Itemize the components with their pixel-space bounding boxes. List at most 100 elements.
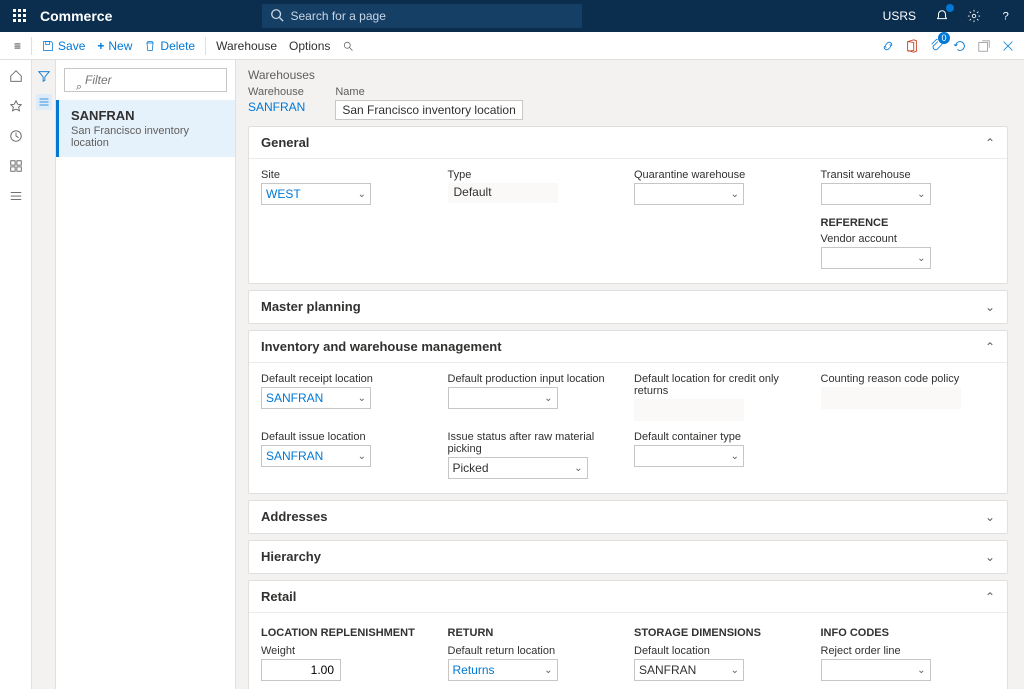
- attachments-icon[interactable]: 0: [928, 38, 944, 54]
- def-receipt-dropdown[interactable]: SANFRAN⌄: [261, 387, 371, 409]
- def-credit-label: Default location for credit only returns: [634, 373, 809, 397]
- tab-warehouse[interactable]: Warehouse: [210, 32, 283, 60]
- search-input[interactable]: [262, 4, 582, 28]
- def-container-dropdown[interactable]: ⌄: [634, 445, 744, 467]
- tab-options[interactable]: Options: [283, 32, 336, 60]
- type-label: Type: [448, 169, 623, 181]
- action-bar: ≡ Save + New Delete Warehouse Options 0: [0, 32, 1024, 60]
- help-icon[interactable]: ?: [996, 6, 1016, 26]
- vendor-label: Vendor account: [821, 233, 996, 245]
- card-title: General: [261, 135, 309, 150]
- top-bar: Commerce USRS ?: [0, 0, 1024, 32]
- hamburger-button[interactable]: ≡: [8, 32, 27, 60]
- save-label: Save: [58, 39, 85, 53]
- transit-dropdown[interactable]: ⌄: [821, 183, 931, 205]
- def-loc-dropdown[interactable]: SANFRAN⌄: [634, 659, 744, 681]
- location-replenishment-heading: LOCATION REPLENISHMENT: [261, 627, 436, 639]
- counting-label: Counting reason code policy: [821, 373, 996, 385]
- quarantine-dropdown[interactable]: ⌄: [634, 183, 744, 205]
- search-icon: [270, 8, 284, 22]
- card-general: General ⌃ Site WEST⌄ Type Default Quaran…: [248, 126, 1008, 284]
- def-prod-dropdown[interactable]: ⌄: [448, 387, 558, 409]
- popout-icon[interactable]: [976, 38, 992, 54]
- card-header-general[interactable]: General ⌃: [249, 127, 1007, 159]
- site-label: Site: [261, 169, 436, 181]
- attachments-badge: 0: [938, 32, 950, 44]
- card-title: Addresses: [261, 509, 327, 524]
- svg-text:?: ?: [1003, 11, 1009, 23]
- chevron-up-icon: ⌃: [985, 136, 995, 150]
- record-header: Warehouse SANFRAN Name San Francisco inv…: [248, 86, 1008, 120]
- filter-search-icon: ⌕: [76, 81, 82, 94]
- list-view-icon[interactable]: [36, 94, 52, 110]
- list-item-subtitle: San Francisco inventory location: [71, 125, 223, 149]
- filter-input[interactable]: [64, 68, 227, 92]
- list-item-title: SANFRAN: [71, 108, 223, 123]
- chevron-down-icon: ⌄: [985, 550, 995, 564]
- global-search[interactable]: [262, 4, 582, 28]
- funnel-icon[interactable]: [36, 68, 52, 84]
- modules-icon[interactable]: [8, 188, 24, 204]
- def-return-label: Default return location: [448, 645, 623, 657]
- new-label: New: [108, 39, 132, 53]
- search-action-icon[interactable]: [336, 32, 360, 60]
- card-hierarchy: Hierarchy ⌄: [248, 540, 1008, 574]
- warehouse-header-value[interactable]: SANFRAN: [248, 100, 305, 114]
- delete-button[interactable]: Delete: [138, 32, 201, 60]
- site-dropdown[interactable]: WEST⌄: [261, 183, 371, 205]
- list-item[interactable]: SANFRAN San Francisco inventory location: [56, 100, 235, 157]
- def-return-dropdown[interactable]: Returns⌄: [448, 659, 558, 681]
- def-prod-label: Default production input location: [448, 373, 623, 385]
- card-title: Hierarchy: [261, 549, 321, 564]
- reference-heading: REFERENCE: [821, 217, 996, 229]
- brand-title: Commerce: [40, 8, 112, 24]
- name-header-value[interactable]: San Francisco inventory location: [335, 100, 522, 120]
- notification-badge: [946, 4, 954, 12]
- reject-label: Reject order line: [821, 645, 996, 657]
- main-content: Warehouses Warehouse SANFRAN Name San Fr…: [236, 60, 1024, 689]
- def-issue-dropdown[interactable]: SANFRAN⌄: [261, 445, 371, 467]
- type-value: Default: [448, 183, 558, 203]
- new-button[interactable]: + New: [91, 32, 138, 60]
- card-header-addresses[interactable]: Addresses ⌄: [249, 501, 1007, 533]
- warehouse-header-label: Warehouse: [248, 86, 305, 98]
- card-title: Inventory and warehouse management: [261, 339, 502, 354]
- return-heading: RETURN: [448, 627, 623, 639]
- card-header-inventory[interactable]: Inventory and warehouse management ⌃: [249, 331, 1007, 363]
- name-header-label: Name: [335, 86, 522, 98]
- def-container-label: Default container type: [634, 431, 809, 443]
- app-launcher-icon[interactable]: [8, 4, 32, 28]
- def-issue-label: Default issue location: [261, 431, 436, 443]
- favorites-icon[interactable]: [8, 98, 24, 114]
- home-icon[interactable]: [8, 68, 24, 84]
- link-icon[interactable]: [880, 38, 896, 54]
- weight-input[interactable]: [261, 659, 341, 681]
- chevron-down-icon: ⌄: [985, 300, 995, 314]
- reject-dropdown[interactable]: ⌄: [821, 659, 931, 681]
- card-title: Master planning: [261, 299, 361, 314]
- card-header-hierarchy[interactable]: Hierarchy ⌄: [249, 541, 1007, 573]
- counting-field: [821, 387, 961, 409]
- navigation-rail: [0, 60, 32, 689]
- storage-dim-heading: STORAGE DIMENSIONS: [634, 627, 809, 639]
- recent-icon[interactable]: [8, 128, 24, 144]
- refresh-icon[interactable]: [952, 38, 968, 54]
- chevron-down-icon: ⌄: [985, 510, 995, 524]
- issue-status-dropdown[interactable]: Picked⌄: [448, 457, 588, 479]
- save-button[interactable]: Save: [36, 32, 91, 60]
- office-icon[interactable]: [904, 38, 920, 54]
- card-header-retail[interactable]: Retail ⌃: [249, 581, 1007, 613]
- card-addresses: Addresses ⌄: [248, 500, 1008, 534]
- card-master-planning: Master planning ⌄: [248, 290, 1008, 324]
- username-label: USRS: [883, 9, 916, 23]
- delete-label: Delete: [160, 39, 195, 53]
- close-icon[interactable]: [1000, 38, 1016, 54]
- notification-icon[interactable]: [932, 6, 952, 26]
- body: ⌕ SANFRAN San Francisco inventory locati…: [0, 60, 1024, 689]
- card-header-master[interactable]: Master planning ⌄: [249, 291, 1007, 323]
- settings-icon[interactable]: [964, 6, 984, 26]
- filter-rail: [32, 60, 56, 689]
- vendor-dropdown[interactable]: ⌄: [821, 247, 931, 269]
- workspaces-icon[interactable]: [8, 158, 24, 174]
- quarantine-label: Quarantine warehouse: [634, 169, 809, 181]
